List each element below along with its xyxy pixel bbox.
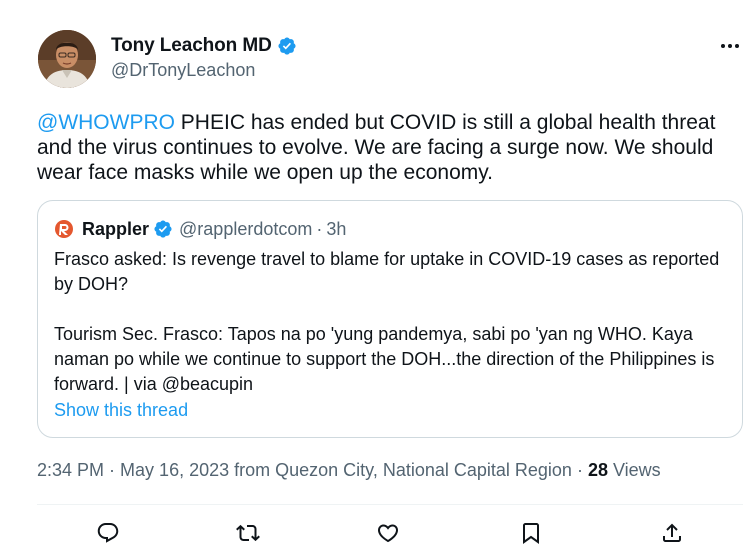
tweet-text: @WHOWPRO PHEIC has ended but COVID is st… (37, 110, 742, 185)
divider (37, 504, 743, 505)
retweet-icon[interactable] (233, 518, 263, 548)
quoted-paragraph-2: Tourism Sec. Frasco: Tapos na po 'yung p… (54, 324, 715, 394)
bookmark-icon[interactable] (516, 518, 546, 548)
quoted-tweet[interactable]: Rappler @rapplerdotcom · 3h Frasco asked… (37, 200, 743, 438)
quoted-author-handle[interactable]: @rapplerdotcom (179, 219, 312, 240)
quoted-tweet-header: Rappler @rapplerdotcom · 3h (54, 218, 346, 240)
action-bar (0, 518, 750, 548)
separator-dot: · (109, 460, 116, 480)
tweet-date-location[interactable]: May 16, 2023 from Quezon City, National … (120, 460, 572, 481)
author-handle[interactable]: @DrTonyLeachon (111, 60, 255, 81)
author-avatar[interactable] (38, 30, 96, 88)
share-icon[interactable] (657, 518, 687, 548)
quoted-paragraph-1: Frasco asked: Is revenge travel to blame… (54, 249, 720, 294)
quoted-timestamp[interactable]: 3h (326, 219, 346, 240)
reply-icon[interactable] (93, 518, 123, 548)
quoted-author-name[interactable]: Rappler (82, 219, 149, 240)
more-options-icon[interactable] (716, 36, 744, 56)
verified-badge-icon[interactable] (277, 36, 297, 56)
like-icon[interactable] (373, 518, 403, 548)
author-display-name[interactable]: Tony Leachon MD (111, 35, 272, 57)
tweet-time[interactable]: 2:34 PM (37, 460, 104, 481)
author-name-row: Tony Leachon MD (111, 34, 297, 58)
quoted-tweet-text: Frasco asked: Is revenge travel to blame… (54, 247, 724, 397)
views-label[interactable]: Views (613, 460, 661, 481)
mention-link[interactable]: @WHOWPRO (37, 111, 175, 134)
verified-badge-icon[interactable] (153, 219, 173, 239)
separator-dot: · (316, 218, 323, 239)
show-thread-link[interactable]: Show this thread (54, 400, 188, 421)
separator-dot: · (576, 460, 583, 480)
tweet-metadata: 2:34 PM · May 16, 2023 from Quezon City,… (37, 460, 661, 481)
views-count[interactable]: 28 (588, 460, 608, 481)
rappler-logo-icon (54, 219, 74, 239)
